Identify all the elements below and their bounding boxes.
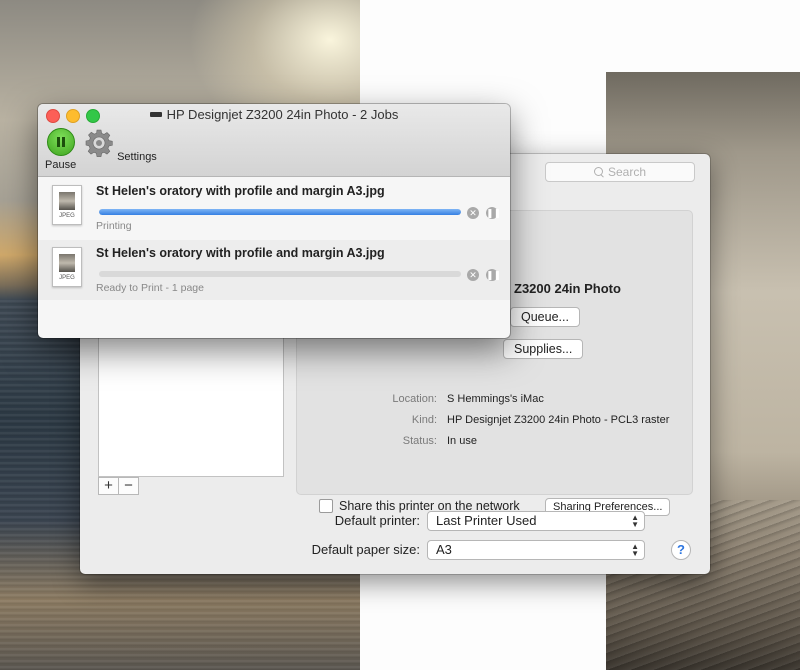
info-label-location: Location: <box>392 393 437 405</box>
updown-arrows-icon: ▲ ▼ <box>631 542 639 558</box>
default-paper-label: Default paper size: <box>311 542 420 557</box>
default-printer-select[interactable]: Last Printer Used ▲ ▼ <box>427 511 645 531</box>
default-paper-value: A3 <box>436 542 452 557</box>
file-type-label: JPEG <box>59 213 75 219</box>
window-title: HP Designjet Z3200 24in Photo - 2 Jobs <box>38 107 510 122</box>
printer-list-buttons: + − <box>98 477 139 495</box>
add-printer-button[interactable]: + <box>98 477 119 495</box>
job-progress-bar <box>99 271 461 277</box>
help-button[interactable]: ? <box>671 540 691 560</box>
hold-job-button[interactable]: ❚❚ <box>486 269 501 281</box>
printer-list[interactable] <box>98 337 284 477</box>
jpeg-file-icon: JPEG <box>52 247 82 287</box>
job-name: St Helen's oratory with profile and marg… <box>96 184 385 198</box>
pause-button[interactable]: Pause <box>45 128 76 171</box>
pause-label: Pause <box>45 159 77 171</box>
search-icon <box>593 167 604 177</box>
info-value-kind: HP Designjet Z3200 24in Photo - PCL3 ras… <box>447 414 670 426</box>
job-row[interactable]: JPEG St Helen's oratory with profile and… <box>38 178 510 238</box>
thumbnail <box>59 192 75 210</box>
queue-toolbar: HP Designjet Z3200 24in Photo - 2 Jobs P… <box>38 104 510 177</box>
remove-printer-button[interactable]: − <box>118 477 139 495</box>
info-value-status: In use <box>447 435 477 447</box>
job-progress-fill <box>99 209 461 215</box>
job-row[interactable]: JPEG St Helen's oratory with profile and… <box>38 240 510 300</box>
delete-job-button[interactable]: ✕ <box>467 207 479 219</box>
info-label-status: Status: <box>402 435 437 447</box>
info-value-location: S Hemmings's iMac <box>447 393 544 405</box>
pause-icon <box>46 128 75 156</box>
search-field[interactable]: Search <box>545 162 695 182</box>
window-title-text: HP Designjet Z3200 24in Photo - 2 Jobs <box>166 107 399 122</box>
job-status: Ready to Print - 1 page <box>96 282 204 294</box>
search-placeholder: Search <box>607 165 647 179</box>
printer-icon <box>149 109 162 120</box>
default-printer-label: Default printer: <box>334 513 420 528</box>
default-printer-row: Default printer: Last Printer Used ▲ ▼ <box>80 511 710 531</box>
hold-job-button[interactable]: ❚❚ <box>486 207 501 219</box>
print-queue-window: HP Designjet Z3200 24in Photo - 2 Jobs P… <box>38 104 510 338</box>
thumbnail <box>59 254 75 272</box>
job-progress-bar <box>99 209 461 215</box>
printer-name: Z3200 24in Photo <box>514 281 621 296</box>
settings-button[interactable]: Settings <box>84 128 157 163</box>
info-label-kind: Kind: <box>411 414 437 426</box>
settings-label: Settings <box>117 151 157 163</box>
options-supplies-button[interactable]: Supplies... <box>503 339 584 359</box>
job-name: St Helen's oratory with profile and marg… <box>96 246 385 260</box>
jpeg-file-icon: JPEG <box>52 185 82 225</box>
gear-icon <box>85 129 113 157</box>
default-paper-row: Default paper size: A3 ▲ ▼ <box>80 540 710 560</box>
file-type-label: JPEG <box>59 275 75 281</box>
updown-arrows-icon: ▲ ▼ <box>631 513 639 529</box>
delete-job-button[interactable]: ✕ <box>467 269 479 281</box>
job-status: Printing <box>96 220 132 232</box>
open-print-queue-button[interactable]: Queue... <box>510 307 580 327</box>
default-printer-value: Last Printer Used <box>436 513 537 528</box>
default-paper-select[interactable]: A3 ▲ ▼ <box>427 540 645 560</box>
